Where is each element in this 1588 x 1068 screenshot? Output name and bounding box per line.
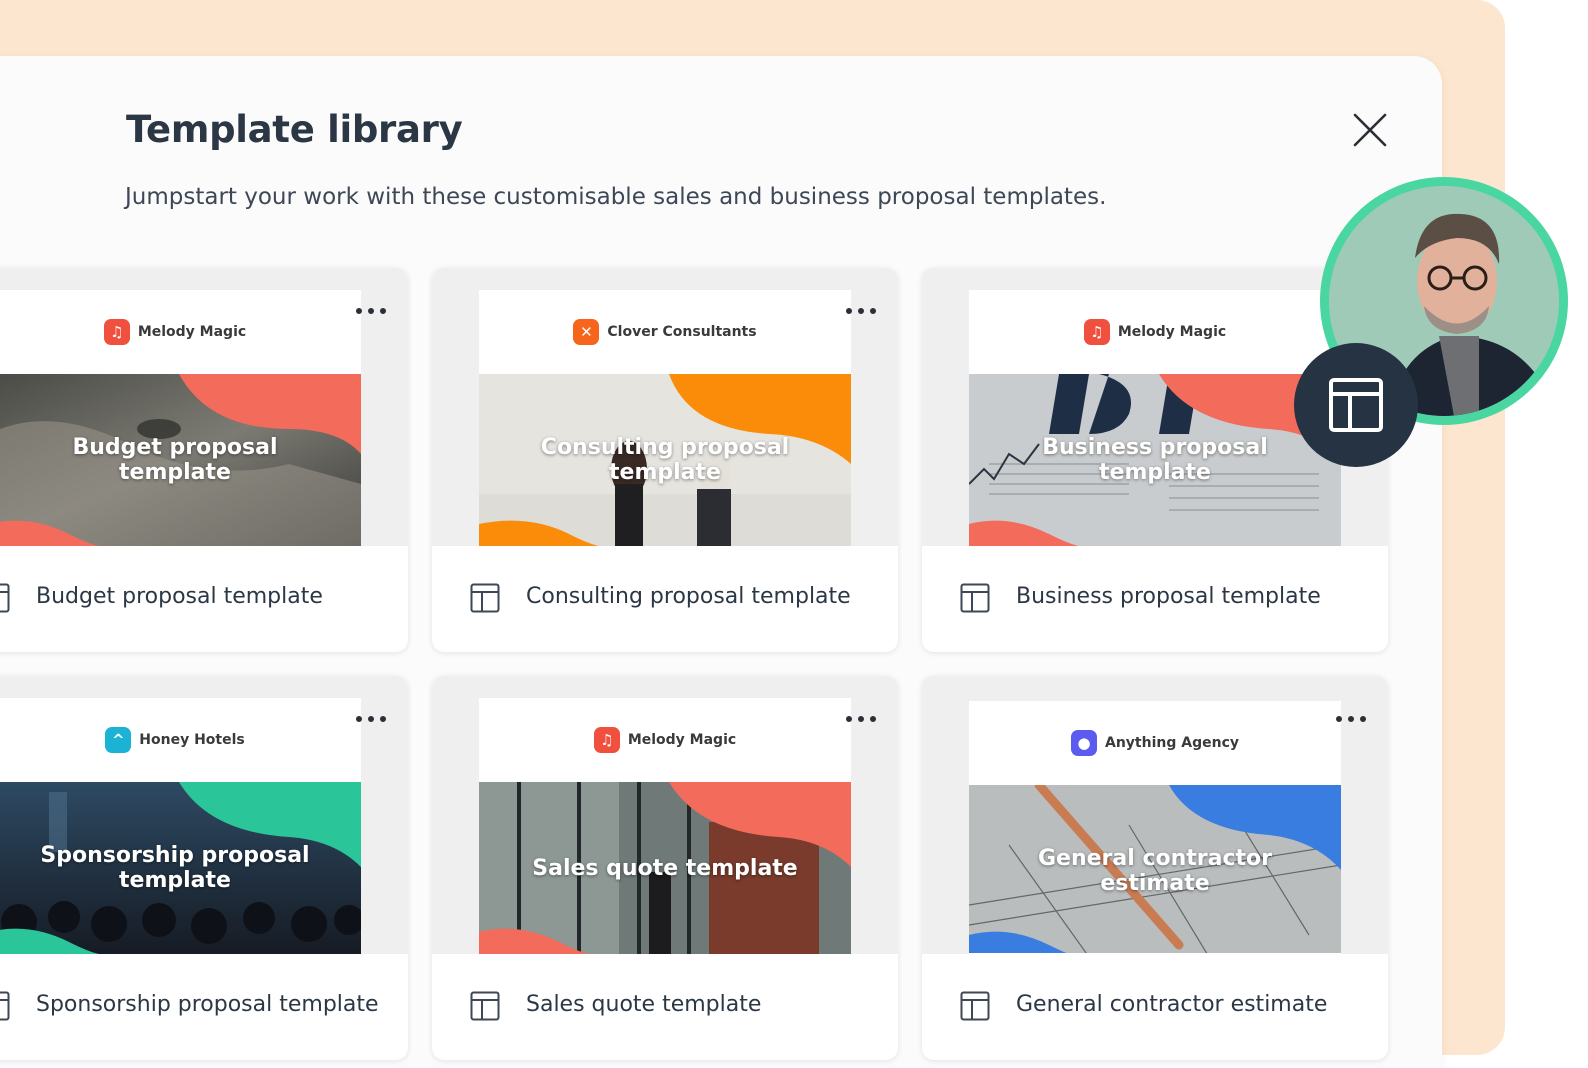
template-card[interactable]: ● Anything Agency General contractor est… [922, 676, 1388, 1060]
template-card[interactable]: ♫ Melody Magic [0, 268, 408, 652]
brand-logo-icon: ● [1071, 730, 1097, 756]
cover-title: Sponsorship proposal template [40, 843, 310, 893]
template-layout-icon [470, 583, 500, 613]
template-card[interactable]: ^ Honey Hotels Sponsorship proposal temp… [0, 676, 408, 1060]
cover-title: Business proposal template [1042, 435, 1268, 485]
brand-name: Anything Agency [1105, 735, 1239, 751]
card-label[interactable]: Consulting proposal template [526, 584, 851, 609]
template-preview[interactable]: ✕ Clover Consultants Consulting proposal… [432, 268, 898, 546]
template-cover: ● Anything Agency General contractor est… [969, 701, 1341, 957]
card-label[interactable]: Sales quote template [526, 992, 761, 1017]
cover-image: Business proposal template [969, 374, 1341, 546]
template-card[interactable]: ♫ Melody Magic [432, 676, 898, 1060]
template-layout-icon [1329, 378, 1383, 432]
card-footer: Sponsorship proposal template [0, 954, 408, 1060]
more-options-button[interactable] [1336, 709, 1372, 729]
card-footer: Sales quote template [432, 954, 898, 1060]
stage: Template library Jumpstart your work wit… [0, 0, 1588, 1068]
template-preview[interactable]: ♫ Melody Magic [0, 268, 408, 546]
brand-header: ♫ Melody Magic [0, 290, 361, 374]
card-footer: Consulting proposal template [432, 546, 898, 652]
brand-name: Melody Magic [627, 732, 737, 748]
template-library-modal: Template library Jumpstart your work wit… [0, 56, 1442, 1068]
cover-image: General contractor estimate [969, 785, 1341, 953]
template-layout-icon [470, 991, 500, 1021]
brand-logo-icon: ♫ [593, 727, 620, 753]
template-layout-icon [960, 583, 990, 613]
template-badge [1294, 343, 1418, 467]
close-icon [1353, 113, 1387, 147]
cover-image: Budget proposal template [0, 374, 361, 546]
more-options-icon [846, 716, 852, 722]
brand-header: ● Anything Agency [969, 701, 1341, 785]
brand-name: Honey Hotels [139, 732, 245, 748]
more-options-icon [356, 716, 362, 722]
template-cover: ♫ Melody Magic [479, 698, 851, 954]
card-footer: Budget proposal template [0, 546, 408, 652]
modal-title: Template library [126, 108, 463, 151]
template-preview[interactable]: ^ Honey Hotels Sponsorship proposal temp… [0, 676, 408, 954]
more-options-button[interactable] [356, 709, 392, 729]
template-preview[interactable]: ♫ Melody Magic [432, 676, 898, 954]
brand-logo-icon: ✕ [573, 319, 600, 345]
more-options-icon [356, 308, 362, 314]
brand-header: ^ Honey Hotels [0, 698, 361, 782]
more-options-button[interactable] [846, 301, 882, 321]
template-cover: ♫ Melody Magic [0, 290, 361, 546]
template-layout-icon [0, 583, 10, 613]
more-options-button[interactable] [356, 301, 392, 321]
cover-title: Consulting proposal template [540, 435, 790, 485]
template-cover: ✕ Clover Consultants Consulting proposal… [479, 290, 851, 546]
cover-title: Budget proposal template [72, 435, 278, 485]
template-cover: ^ Honey Hotels Sponsorship proposal temp… [0, 698, 361, 954]
more-options-icon [846, 308, 852, 314]
brand-logo-icon: ♫ [1083, 319, 1110, 345]
template-card[interactable]: ♫ Melody Magic [922, 268, 1388, 652]
cover-image: Consulting proposal template [479, 374, 851, 546]
brand-name: Clover Consultants [607, 324, 757, 340]
brand-name: Melody Magic [137, 324, 247, 340]
card-label[interactable]: Business proposal template [1016, 584, 1321, 609]
template-preview[interactable]: ● Anything Agency General contractor est… [922, 676, 1388, 957]
brand-logo-icon: ^ [105, 727, 132, 753]
modal-subtitle: Jumpstart your work with these customisa… [125, 184, 1107, 210]
cover-title: Sales quote template [532, 855, 798, 881]
template-layout-icon [960, 991, 990, 1021]
card-label[interactable]: Sponsorship proposal template [36, 992, 379, 1017]
card-footer: Business proposal template [922, 546, 1388, 652]
template-cover: ♫ Melody Magic [969, 290, 1341, 546]
more-options-button[interactable] [846, 709, 882, 729]
brand-name: Melody Magic [1117, 324, 1227, 340]
more-options-icon [1336, 716, 1342, 722]
template-card[interactable]: ✕ Clover Consultants Consulting proposal… [432, 268, 898, 652]
card-footer: General contractor estimate [922, 954, 1388, 1060]
template-layout-icon [0, 991, 10, 1021]
card-label[interactable]: General contractor estimate [1016, 992, 1327, 1017]
brand-header: ✕ Clover Consultants [479, 290, 851, 374]
close-button[interactable] [1348, 108, 1392, 152]
cover-image: Sponsorship proposal template [0, 782, 361, 954]
cover-title: General contractor estimate [1037, 846, 1272, 896]
cover-image: Sales quote template [479, 782, 851, 954]
brand-logo-icon: ♫ [103, 319, 130, 345]
brand-header: ♫ Melody Magic [969, 290, 1341, 374]
brand-header: ♫ Melody Magic [479, 698, 851, 782]
card-label[interactable]: Budget proposal template [36, 584, 323, 609]
